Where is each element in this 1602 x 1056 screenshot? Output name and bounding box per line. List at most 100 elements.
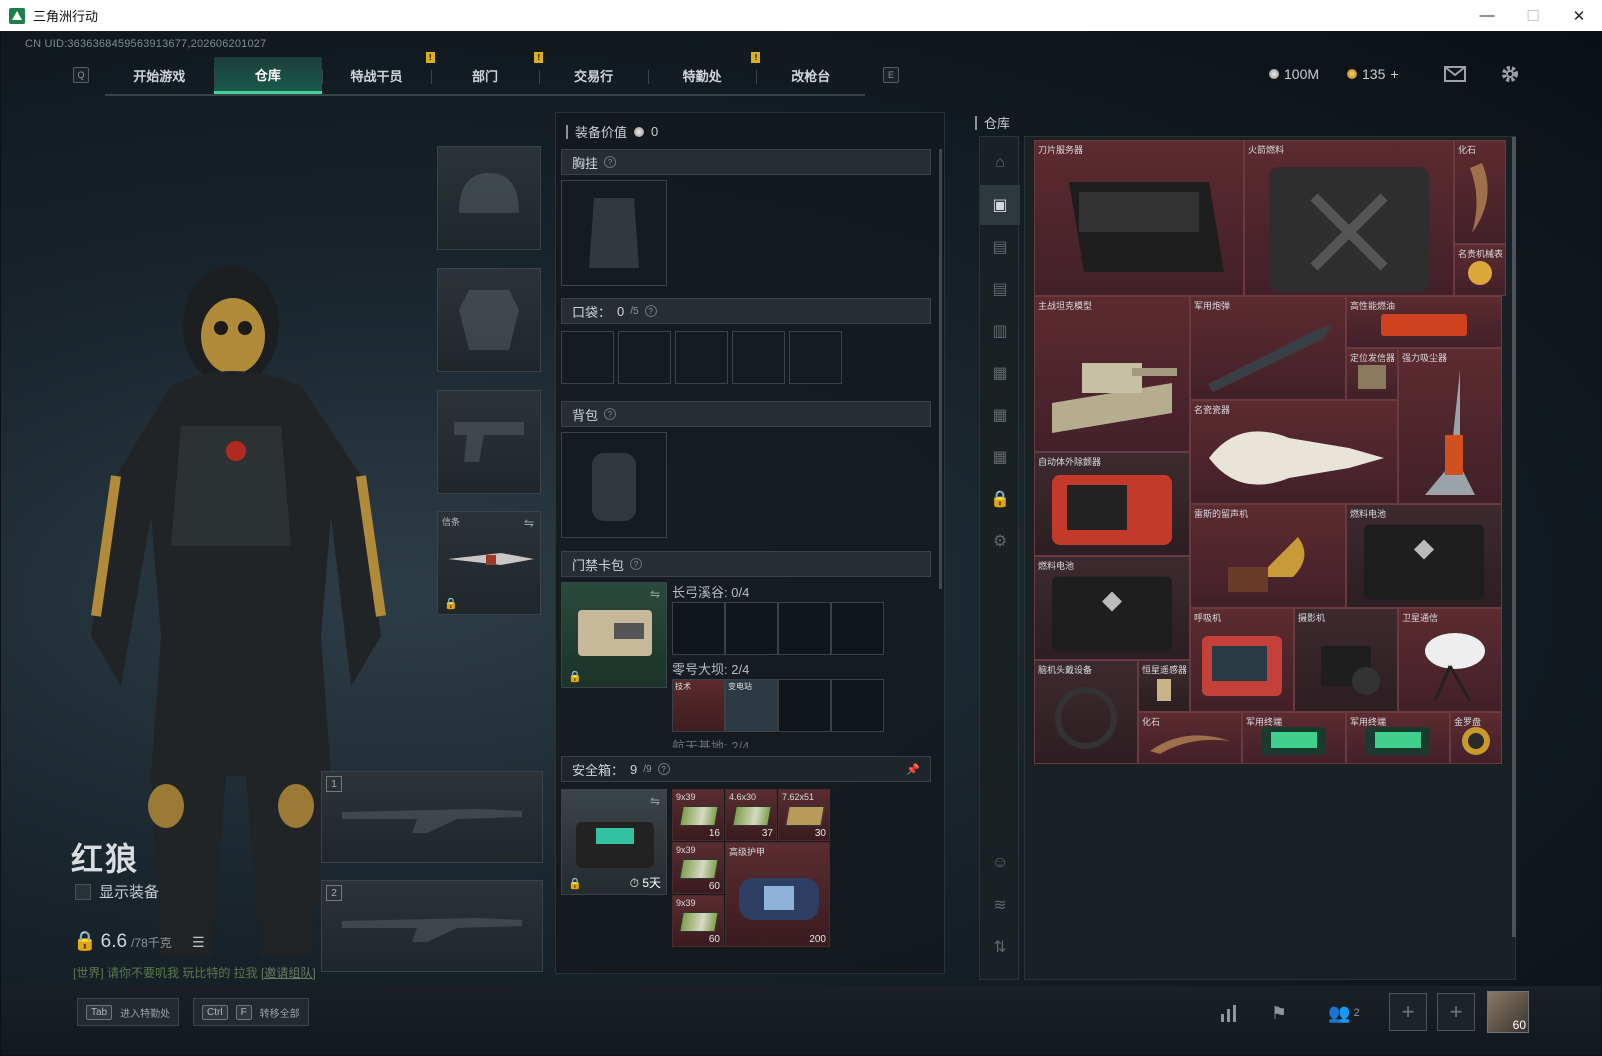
pin-icon[interactable]: 📌	[906, 763, 920, 776]
swap-icon[interactable]: ⇋	[650, 794, 660, 808]
chest-rig-slot[interactable]	[561, 180, 667, 286]
item-camera[interactable]: 摄影机	[1294, 608, 1398, 712]
depot-3-icon[interactable]: ▤	[980, 269, 1020, 309]
pistol-slot[interactable]	[437, 390, 541, 494]
depot-2-icon[interactable]: ▤	[980, 227, 1020, 267]
list-icon[interactable]: ☰	[192, 934, 205, 951]
item-aed[interactable]: 自动体外除颤器	[1034, 452, 1190, 556]
item-fuel-cell[interactable]: 燃料电池	[1034, 556, 1190, 660]
maximize-button[interactable]: ☐	[1510, 0, 1556, 31]
item-blade-server[interactable]: 刀片服务器	[1034, 140, 1244, 296]
checkbox[interactable]	[75, 883, 91, 900]
layers-icon[interactable]: ≋	[980, 885, 1020, 925]
mail-icon[interactable]	[1444, 65, 1466, 83]
key-slot[interactable]: 变电站	[725, 679, 778, 732]
stats-icon[interactable]	[1213, 999, 1245, 1027]
key-slot[interactable]	[778, 602, 831, 655]
tab-special-service[interactable]: 特勤处!	[647, 52, 761, 94]
swap-icon[interactable]: ⇋	[524, 516, 534, 530]
operator-icon[interactable]: ☺	[980, 843, 1020, 883]
minimize-button[interactable]: —	[1464, 0, 1510, 31]
item-brain-headset[interactable]: 脑机头戴设备	[1034, 660, 1138, 764]
equipment-scrollbar[interactable]	[939, 149, 942, 589]
close-button[interactable]: ✕	[1556, 0, 1602, 31]
key-slot[interactable]	[725, 602, 778, 655]
help-icon[interactable]: ?	[630, 558, 643, 570]
show-equipment-toggle[interactable]: 显示装备	[75, 881, 159, 902]
item-porcelain[interactable]: 名瓷瓷器	[1190, 400, 1398, 504]
item-fossil[interactable]: 化石	[1138, 712, 1242, 764]
all-items-icon[interactable]: ⌂	[980, 143, 1020, 183]
primary-weapon-slot-2[interactable]: 2	[321, 880, 543, 972]
pocket-slot[interactable]	[732, 331, 785, 384]
safe-item[interactable]: 9x39 60	[672, 842, 724, 894]
add-currency-button[interactable]: +	[1390, 66, 1398, 82]
add-party-slot-button[interactable]: +	[1389, 993, 1427, 1031]
help-icon[interactable]: ?	[604, 156, 617, 168]
safe-item[interactable]: 9x39 16	[672, 789, 724, 841]
item-stellar-sensor[interactable]: 恒星遥感器	[1138, 660, 1190, 712]
item-premium-fuel[interactable]: 高性能燃油	[1346, 296, 1502, 348]
item-gold-compass[interactable]: 金罗盘	[1450, 712, 1502, 764]
helmet-slot[interactable]	[437, 146, 541, 250]
safe-item[interactable]: 7.62x51 30	[778, 789, 830, 841]
sort-icon[interactable]: ⇅	[980, 927, 1020, 967]
key-slot[interactable]	[831, 602, 884, 655]
chat-invite-link[interactable]: [邀请组队]	[261, 966, 316, 980]
flag-icon[interactable]: ⚑	[1263, 999, 1295, 1027]
item-military-shell[interactable]: 军用炮弹	[1190, 296, 1346, 400]
gold-currency[interactable]: 135 +	[1347, 66, 1399, 82]
depot-4-icon[interactable]: ▥	[980, 311, 1020, 351]
avatar[interactable]: 60	[1487, 991, 1529, 1033]
swap-icon[interactable]: ⇋	[650, 587, 660, 601]
pocket-slot[interactable]	[789, 331, 842, 384]
pocket-slot[interactable]	[561, 331, 614, 384]
item-luxury-watch[interactable]: 名贵机械表	[1454, 244, 1506, 296]
safe-item[interactable]: 4.6x30 37	[725, 789, 777, 841]
friends-icon[interactable]: 👥 2	[1321, 999, 1367, 1027]
item-fossil[interactable]: 化石	[1454, 140, 1506, 244]
help-icon[interactable]: ?	[644, 305, 657, 317]
depot-7-icon[interactable]: ▦	[980, 437, 1020, 477]
melee-slot[interactable]: 信条 ⇋ 🔒	[437, 511, 541, 615]
help-icon[interactable]: ?	[657, 763, 670, 775]
key-slot[interactable]	[778, 679, 831, 732]
backpack-slot[interactable]	[561, 432, 667, 538]
item-fuel-cell[interactable]: 燃料电池	[1346, 504, 1502, 608]
gear-icon[interactable]	[1499, 65, 1521, 83]
tab-gunsmith[interactable]: 改枪台	[756, 57, 865, 94]
item-military-terminal[interactable]: 军用终端	[1346, 712, 1450, 764]
primary-weapon-slot-1[interactable]: 1	[321, 771, 543, 863]
item-military-terminal[interactable]: 军用终端	[1242, 712, 1346, 764]
enter-special-service-hint[interactable]: Tab 进入特勤处	[77, 998, 180, 1026]
tab-warehouse[interactable]: 仓库	[213, 57, 323, 94]
body-armor-slot[interactable]	[437, 268, 541, 372]
pocket-slot[interactable]	[618, 331, 671, 384]
safe-item[interactable]: 9x39 60	[672, 895, 724, 947]
lock-icon[interactable]: 🔒	[980, 479, 1020, 519]
keycard-case-slot[interactable]: ⇋ 🔒	[561, 582, 667, 688]
safebox-slot[interactable]: ⇋ 🔒 ⏱ 5天	[561, 789, 667, 895]
tab-start-game[interactable]: 开始游戏	[105, 57, 214, 94]
item-satellite-comm[interactable]: 卫星通信	[1398, 608, 1502, 712]
item-vacuum-cleaner[interactable]: 强力吸尘器	[1398, 348, 1502, 504]
item-locator-beacon[interactable]: 定位发信器	[1346, 348, 1398, 400]
add-party-slot-button[interactable]: +	[1437, 993, 1475, 1031]
tab-trade[interactable]: 交易行	[539, 57, 648, 94]
item-phonograph[interactable]: 雷斯的留声机	[1190, 504, 1346, 608]
key-slot[interactable]	[672, 602, 725, 655]
safe-item[interactable]: 高级护甲 200	[725, 842, 830, 947]
tab-department[interactable]: 部门!	[430, 52, 544, 94]
transfer-all-hint[interactable]: Ctrl F 转移全部	[193, 998, 309, 1026]
key-slot[interactable]: 技术	[672, 679, 725, 732]
item-ventilator[interactable]: 呼吸机	[1190, 608, 1294, 712]
depot-1-icon[interactable]: ▣	[980, 185, 1020, 225]
gear-icon[interactable]: ⚙	[980, 521, 1020, 561]
depot-6-icon[interactable]: ▦	[980, 395, 1020, 435]
item-tank-model[interactable]: 主战坦克模型	[1034, 296, 1190, 452]
tab-operators[interactable]: 特战干员!	[322, 52, 435, 94]
key-slot[interactable]	[831, 679, 884, 732]
depot-5-icon[interactable]: ▦	[980, 353, 1020, 393]
pocket-slot[interactable]	[675, 331, 728, 384]
warehouse-scrollbar[interactable]	[1512, 137, 1516, 937]
